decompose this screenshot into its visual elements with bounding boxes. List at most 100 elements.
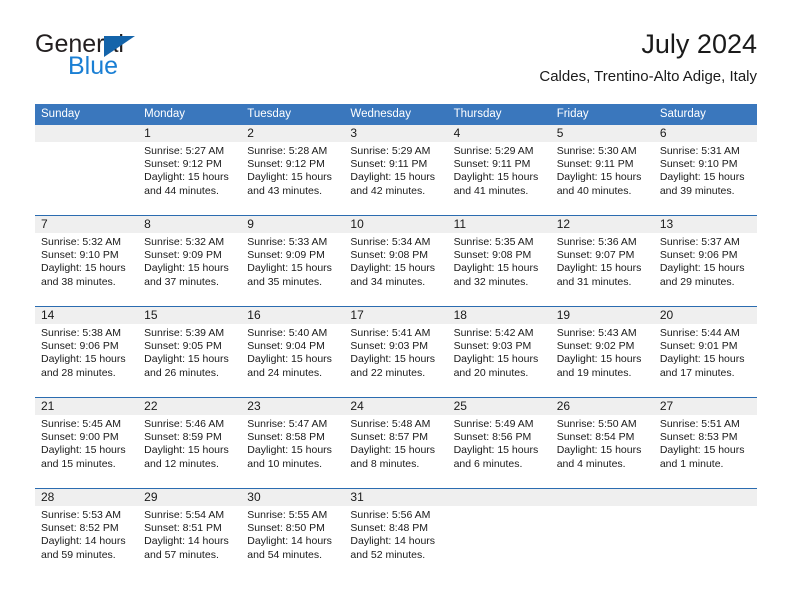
calendar-week-row: 7 Sunrise: 5:32 AM Sunset: 9:10 PM Daylight… [35, 215, 757, 307]
day-detail-line: Sunrise: 5:43 AM [556, 327, 637, 339]
day-detail-line: Sunset: 8:59 PM [144, 431, 222, 444]
calendar-day-cell[interactable]: 17 Sunrise: 5:41 AM Sunset: 9:03 PM Dayligh… [344, 306, 448, 398]
day-detail-line: Sunset: 8:56 PM [453, 431, 532, 444]
calendar-day-cell[interactable]: 8 Sunrise: 5:32 AM Sunset: 9:09 PM Daylight… [138, 215, 242, 307]
day-detail-line: Sunset: 8:50 PM [247, 522, 325, 535]
day-detail-line: Sunset: 8:58 PM [247, 431, 325, 444]
day-detail-line: Sunrise: 5:39 AM [144, 327, 225, 339]
day-detail-line: and 8 minutes. [350, 457, 420, 470]
day-number: 9 [241, 216, 345, 233]
day-detail-line: Daylight: 15 hours [453, 353, 539, 366]
page-title: July 2024 [641, 29, 757, 59]
calendar-day-cell[interactable]: 18 Sunrise: 5:42 AM Sunset: 9:03 PM Dayligh… [447, 306, 551, 398]
day-detail-line: and 6 minutes. [453, 457, 523, 470]
day-detail-line: Daylight: 15 hours [453, 444, 539, 457]
day-detail-line: Daylight: 15 hours [350, 171, 436, 184]
day-number: 1 [138, 125, 242, 142]
day-number: 22 [138, 398, 242, 415]
calendar-day-cell[interactable]: 7 Sunrise: 5:32 AM Sunset: 9:10 PM Daylight… [35, 215, 139, 307]
day-detail-line: Sunrise: 5:50 AM [556, 418, 637, 430]
day-details [35, 142, 138, 145]
day-detail-line: and 40 minutes. [556, 184, 632, 197]
day-details: Sunrise: 5:46 AM Sunset: 8:59 PM Daylight:… [138, 415, 241, 471]
calendar-day-cell[interactable]: 16 Sunrise: 5:40 AM Sunset: 9:04 PM Dayligh… [241, 306, 345, 398]
calendar-day-cell[interactable]: 12 Sunrise: 5:36 AM Sunset: 9:07 PM Dayligh… [550, 215, 654, 307]
day-details: Sunrise: 5:55 AM Sunset: 8:50 PM Daylight:… [241, 506, 344, 562]
day-detail-line: Sunrise: 5:56 AM [350, 509, 431, 521]
calendar-day-cell[interactable]: 30 Sunrise: 5:55 AM Sunset: 8:50 PM Dayligh… [241, 488, 345, 579]
day-detail-line: Sunset: 8:52 PM [41, 522, 119, 535]
calendar-day-cell[interactable]: 21 Sunrise: 5:45 AM Sunset: 9:00 PM Dayligh… [35, 397, 139, 489]
day-detail-line: and 15 minutes. [41, 457, 116, 470]
day-detail-line: Sunset: 9:05 PM [144, 340, 222, 353]
day-detail-line: Sunrise: 5:31 AM [659, 145, 740, 157]
day-number: 25 [447, 398, 551, 415]
day-detail-line: Sunrise: 5:37 AM [659, 236, 740, 248]
day-detail-line: Daylight: 15 hours [556, 171, 642, 184]
day-details: Sunrise: 5:45 AM Sunset: 9:00 PM Daylight:… [35, 415, 138, 471]
day-detail-line: Sunset: 9:06 PM [659, 249, 738, 262]
calendar-day-cell[interactable]: 9 Sunrise: 5:33 AM Sunset: 9:09 PM Daylight… [241, 215, 345, 307]
day-details: Sunrise: 5:51 AM Sunset: 8:53 PM Daylight:… [654, 415, 757, 471]
calendar-day-cell[interactable]: 20 Sunrise: 5:44 AM Sunset: 9:01 PM Dayligh… [653, 306, 757, 398]
day-number: 13 [653, 216, 757, 233]
calendar-day-cell[interactable]: 4 Sunrise: 5:29 AM Sunset: 9:11 PM Daylight… [447, 125, 551, 216]
calendar-day-cell[interactable]: 15 Sunrise: 5:39 AM Sunset: 9:05 PM Dayligh… [138, 306, 242, 398]
day-details: Sunrise: 5:53 AM Sunset: 8:52 PM Daylight:… [35, 506, 138, 562]
day-detail-line: Sunset: 9:04 PM [247, 340, 325, 353]
day-detail-line: Sunrise: 5:45 AM [41, 418, 121, 430]
day-detail-line: Sunset: 9:03 PM [350, 340, 429, 353]
calendar-day-cell[interactable]: 23 Sunrise: 5:47 AM Sunset: 8:58 PM Dayligh… [241, 397, 345, 489]
day-number: 5 [550, 125, 654, 142]
day-number: 3 [344, 125, 448, 142]
calendar-day-cell[interactable]: 3 Sunrise: 5:29 AM Sunset: 9:11 PM Daylight… [344, 125, 448, 216]
calendar-day-cell[interactable]: 13 Sunrise: 5:37 AM Sunset: 9:06 PM Dayligh… [653, 215, 757, 307]
calendar-day-cell[interactable]: 10 Sunrise: 5:34 AM Sunset: 9:08 PM Dayligh… [344, 215, 448, 307]
calendar-day-cell[interactable]: 22 Sunrise: 5:46 AM Sunset: 8:59 PM Dayligh… [138, 397, 242, 489]
calendar-day-cell[interactable]: 25 Sunrise: 5:49 AM Sunset: 8:56 PM Dayligh… [447, 397, 551, 489]
calendar-day-cell[interactable]: 5 Sunrise: 5:30 AM Sunset: 9:11 PM Daylight… [550, 125, 654, 216]
weekday-header-wednesday: Wednesday [344, 104, 448, 125]
day-number: 4 [447, 125, 551, 142]
day-number: 27 [653, 398, 757, 415]
day-detail-line: Sunset: 9:08 PM [350, 249, 429, 262]
calendar-week-row: 21 Sunrise: 5:45 AM Sunset: 9:00 PM Dayligh… [35, 397, 757, 489]
calendar-empty-cell [35, 125, 139, 216]
calendar-day-cell[interactable]: 27 Sunrise: 5:51 AM Sunset: 8:53 PM Dayligh… [653, 397, 757, 489]
calendar-day-cell[interactable]: 28 Sunrise: 5:53 AM Sunset: 8:52 PM Dayligh… [35, 488, 139, 579]
day-detail-line: Sunset: 9:08 PM [453, 249, 532, 262]
day-details: Sunrise: 5:49 AM Sunset: 8:56 PM Daylight:… [448, 415, 551, 471]
day-detail-line: Daylight: 15 hours [247, 262, 332, 275]
day-detail-line: Sunset: 9:10 PM [659, 158, 738, 171]
day-details: Sunrise: 5:35 AM Sunset: 9:08 PM Daylight:… [448, 233, 551, 289]
day-details: Sunrise: 5:34 AM Sunset: 9:08 PM Daylight:… [344, 233, 447, 289]
day-number: 29 [138, 489, 242, 506]
day-detail-line: and 24 minutes. [247, 366, 322, 379]
weekday-header-tuesday: Tuesday [241, 104, 345, 125]
day-details: Sunrise: 5:30 AM Sunset: 9:11 PM Daylight:… [551, 142, 654, 198]
day-details: Sunrise: 5:36 AM Sunset: 9:07 PM Daylight:… [551, 233, 654, 289]
calendar-day-cell[interactable]: 11 Sunrise: 5:35 AM Sunset: 9:08 PM Dayligh… [447, 215, 551, 307]
day-detail-line: Sunrise: 5:40 AM [247, 327, 328, 339]
day-number: 28 [35, 489, 139, 506]
day-detail-line: Sunset: 9:02 PM [556, 340, 635, 353]
day-detail-line: and 54 minutes. [247, 548, 322, 561]
calendar-day-cell[interactable]: 26 Sunrise: 5:50 AM Sunset: 8:54 PM Dayligh… [550, 397, 654, 489]
calendar-day-cell[interactable]: 14 Sunrise: 5:38 AM Sunset: 9:06 PM Dayligh… [35, 306, 139, 398]
day-detail-line: Sunset: 8:51 PM [144, 522, 222, 535]
brand-logo[interactable]: General Blue [35, 28, 265, 90]
calendar-day-cell[interactable]: 2 Sunrise: 5:28 AM Sunset: 9:12 PM Daylight… [241, 125, 345, 216]
calendar-day-cell[interactable]: 1 Sunrise: 5:27 AM Sunset: 9:12 PM Daylight… [138, 125, 242, 216]
calendar-day-cell[interactable]: 19 Sunrise: 5:43 AM Sunset: 9:02 PM Dayligh… [550, 306, 654, 398]
day-detail-line: and 37 minutes. [144, 275, 219, 288]
calendar-day-cell[interactable]: 24 Sunrise: 5:48 AM Sunset: 8:57 PM Dayligh… [344, 397, 448, 489]
day-number: 10 [344, 216, 448, 233]
day-detail-line: Daylight: 15 hours [144, 444, 229, 457]
calendar-day-cell[interactable]: 31 Sunrise: 5:56 AM Sunset: 8:48 PM Dayligh… [344, 488, 448, 579]
day-number: 16 [241, 307, 345, 324]
calendar-day-cell[interactable]: 29 Sunrise: 5:54 AM Sunset: 8:51 PM Dayligh… [138, 488, 242, 579]
calendar-week-row: 28 Sunrise: 5:53 AM Sunset: 8:52 PM Dayligh… [35, 488, 757, 579]
day-number: 17 [344, 307, 448, 324]
day-detail-line: Sunrise: 5:32 AM [41, 236, 121, 248]
calendar-day-cell[interactable]: 6 Sunrise: 5:31 AM Sunset: 9:10 PM Daylight… [653, 125, 757, 216]
